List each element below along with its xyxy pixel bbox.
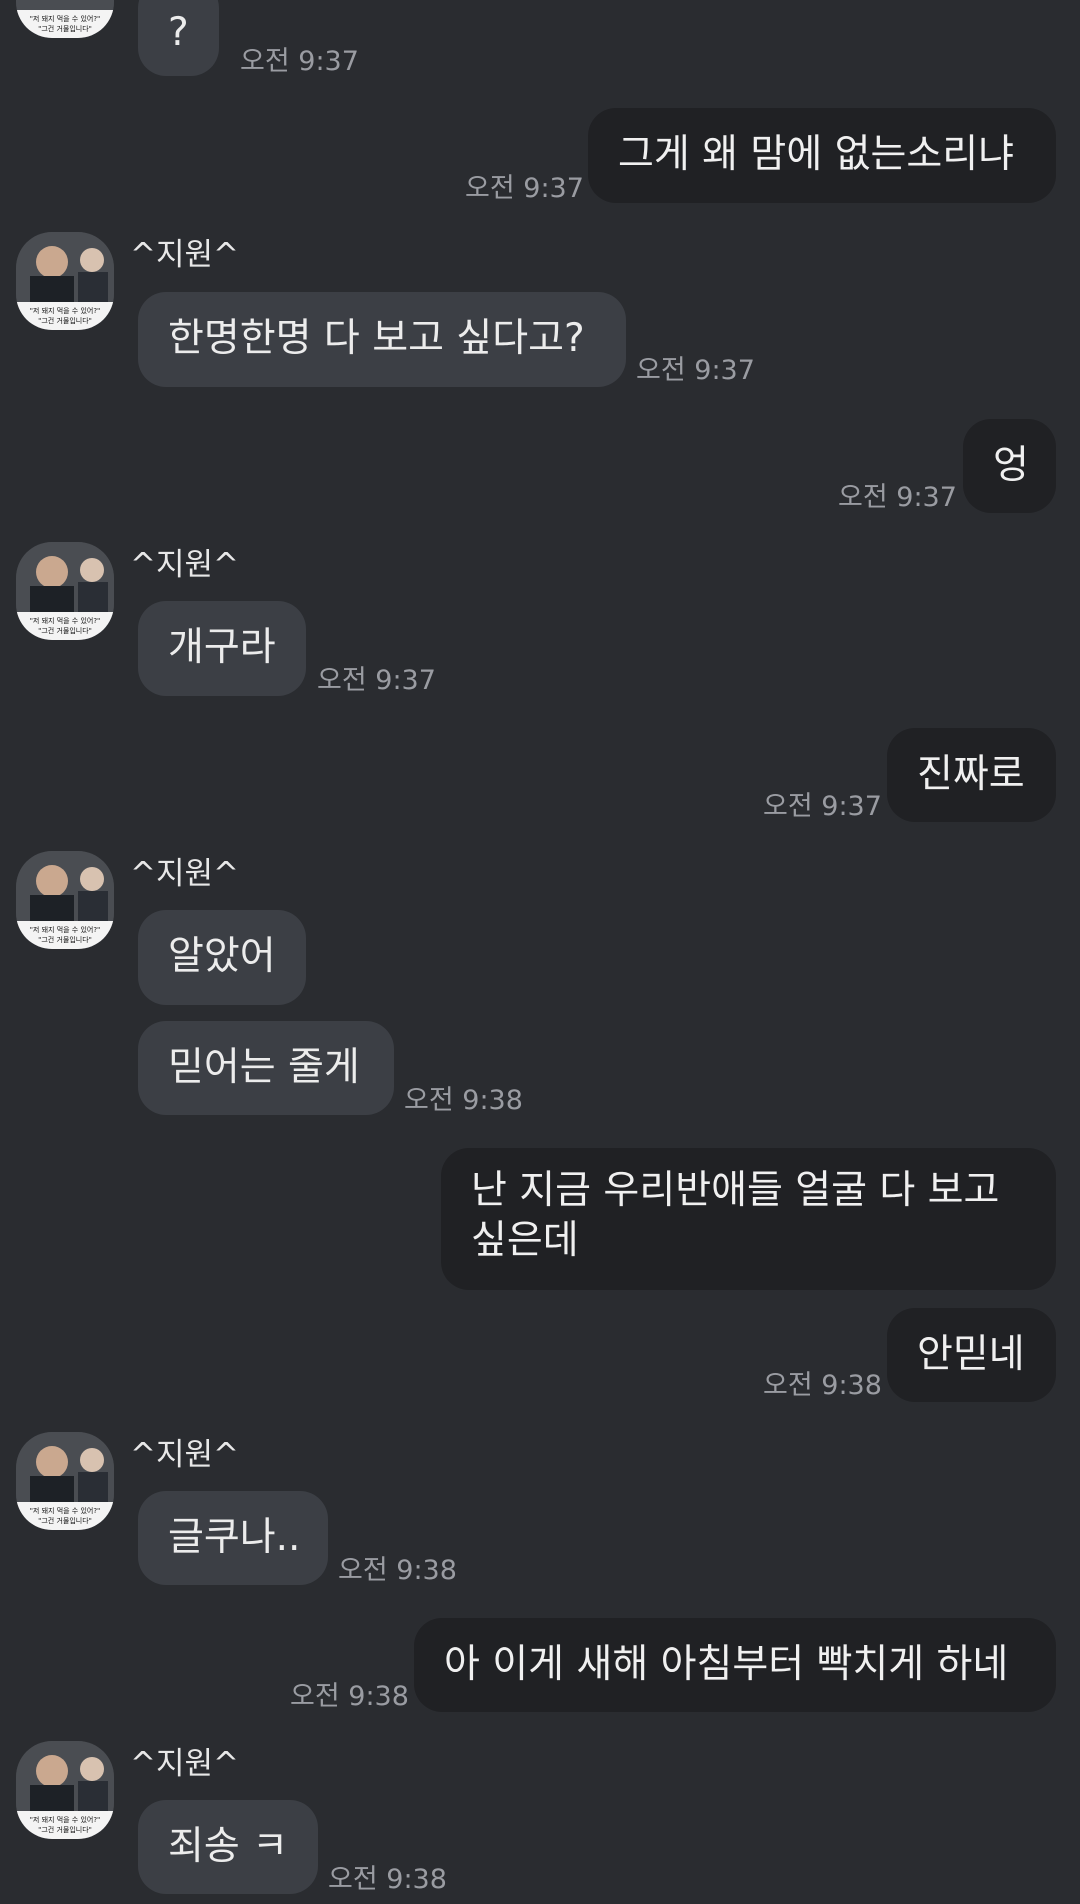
- avatar-caption-2: "그건 거물입니다": [38, 626, 92, 635]
- sender-avatar[interactable]: "저 돼지 먹을 수 있어?" "그건 거물입니다": [16, 232, 114, 330]
- sender-avatar[interactable]: "저 돼지 먹을 수 있어?" "그건 거물입니다": [16, 0, 114, 38]
- message-text: 난 지금 우리반애들 얼굴 다 보고 싶은데: [471, 1168, 1000, 1263]
- sender-avatar[interactable]: "저 돼지 먹을 수 있어?" "그건 거물입니다": [16, 851, 114, 949]
- sender-name: ^지원^: [130, 856, 239, 892]
- message-bubble[interactable]: 아 이게 새해 아침부터 빡치게 하네: [414, 1618, 1056, 1712]
- avatar-caption-1: "저 돼지 먹을 수 있어?": [30, 14, 101, 23]
- avatar-caption-1: "저 돼지 먹을 수 있어?": [30, 306, 101, 315]
- message-bubble[interactable]: 엉: [963, 419, 1056, 513]
- avatar-caption-1: "저 돼지 먹을 수 있어?": [30, 925, 101, 934]
- message-bubble[interactable]: ?: [138, 0, 219, 76]
- chat-view[interactable]: "저 돼지 먹을 수 있어?" "그건 거물입니다" ? 오전 9:37 오전 …: [0, 0, 1080, 1904]
- message-text: ?: [168, 10, 189, 55]
- message-time: 오전 9:37: [317, 665, 436, 696]
- message-bubble[interactable]: 죄송 ㅋ: [138, 1800, 318, 1894]
- message-bubble[interactable]: 알았어: [138, 910, 306, 1005]
- message-text: 개구라: [168, 625, 276, 670]
- message-text: 안믿네: [917, 1332, 1025, 1377]
- message-time: 오전 9:37: [240, 46, 359, 77]
- message-text: 믿어는 줄게: [168, 1045, 360, 1090]
- message-text: 한명한명 다 보고 싶다고?: [168, 316, 585, 361]
- message-bubble[interactable]: 개구라: [138, 601, 306, 696]
- message-bubble[interactable]: 글쿠나..: [138, 1491, 328, 1585]
- message-time: 오전 9:38: [338, 1555, 457, 1586]
- avatar-caption-2: "그건 거물입니다": [38, 316, 92, 325]
- sender-avatar[interactable]: "저 돼지 먹을 수 있어?" "그건 거물입니다": [16, 1741, 114, 1839]
- sender-avatar[interactable]: "저 돼지 먹을 수 있어?" "그건 거물입니다": [16, 1432, 114, 1530]
- message-bubble[interactable]: 안믿네: [887, 1308, 1056, 1402]
- message-time: 오전 9:37: [465, 173, 584, 204]
- avatar-caption-2: "그건 거물입니다": [38, 935, 92, 944]
- message-text: 엉: [993, 443, 1029, 488]
- message-bubble[interactable]: 진짜로: [887, 728, 1056, 822]
- message-time: 오전 9:38: [290, 1681, 409, 1712]
- message-bubble[interactable]: 그게 왜 맘에 없는소리냐: [588, 108, 1056, 203]
- message-time: 오전 9:38: [404, 1085, 523, 1116]
- sender-name: ^지원^: [130, 1437, 239, 1473]
- avatar-caption-1: "저 돼지 먹을 수 있어?": [30, 1815, 101, 1824]
- message-time: 오전 9:37: [838, 482, 957, 513]
- avatar-caption-1: "저 돼지 먹을 수 있어?": [30, 616, 101, 625]
- message-time: 오전 9:37: [763, 791, 882, 822]
- sender-name: ^지원^: [130, 237, 239, 273]
- message-text: 아 이게 새해 아침부터 빡치게 하네: [444, 1642, 1009, 1687]
- avatar-caption-2: "그건 거물입니다": [38, 24, 92, 33]
- message-bubble[interactable]: 난 지금 우리반애들 얼굴 다 보고 싶은데: [441, 1148, 1056, 1290]
- avatar-caption-1: "저 돼지 먹을 수 있어?": [30, 1506, 101, 1515]
- avatar-caption-2: "그건 거물입니다": [38, 1825, 92, 1834]
- sender-name: ^지원^: [130, 547, 239, 583]
- sender-avatar[interactable]: "저 돼지 먹을 수 있어?" "그건 거물입니다": [16, 542, 114, 640]
- message-text: 그게 왜 맘에 없는소리냐: [618, 132, 1014, 177]
- message-time: 오전 9:38: [763, 1370, 882, 1401]
- message-text: 글쿠나..: [168, 1515, 301, 1560]
- message-bubble[interactable]: 믿어는 줄게: [138, 1021, 394, 1115]
- avatar-caption-2: "그건 거물입니다": [38, 1516, 92, 1525]
- sender-name: ^지원^: [130, 1746, 239, 1782]
- message-text: 알았어: [168, 934, 276, 979]
- message-bubble[interactable]: 한명한명 다 보고 싶다고?: [138, 292, 626, 387]
- message-time: 오전 9:38: [328, 1864, 447, 1895]
- message-time: 오전 9:37: [636, 355, 755, 386]
- message-text: 진짜로: [917, 752, 1025, 797]
- message-text: 죄송 ㅋ: [168, 1824, 289, 1869]
